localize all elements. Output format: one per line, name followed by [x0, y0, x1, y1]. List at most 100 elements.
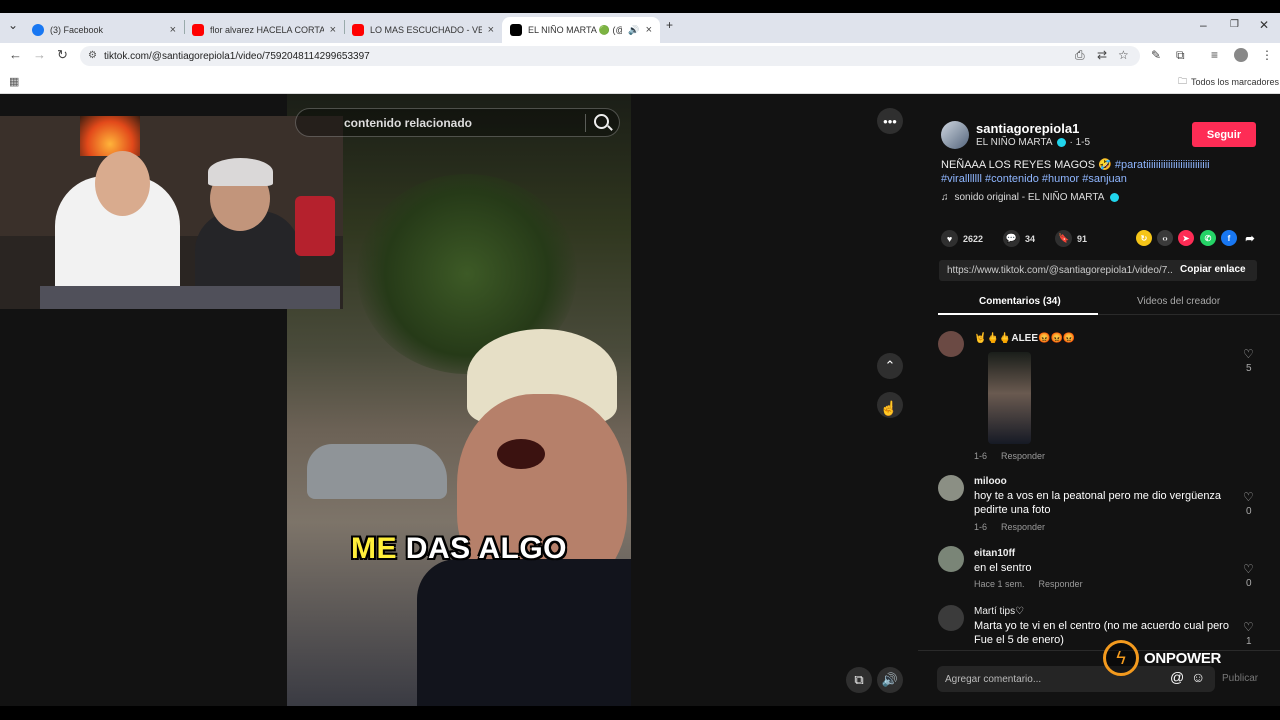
- tab-search-chevron-icon[interactable]: ⌄: [8, 18, 18, 32]
- speaker-icon[interactable]: 🔊: [628, 25, 639, 36]
- close-icon[interactable]: ×: [488, 24, 494, 36]
- creator-subline: EL NIÑO MARTA · 1-5: [976, 137, 1091, 148]
- music-note-icon: ♫: [941, 192, 949, 203]
- video-description: NEÑAAA LOS REYES MAGOS 🤣 #paratiiiiiiiii…: [941, 159, 1210, 185]
- back-icon[interactable]: ←: [9, 47, 22, 62]
- lightning-bolt-icon: ϟ: [1103, 640, 1139, 676]
- creator-avatar[interactable]: [941, 121, 969, 149]
- tab-lo-mas-escuchado[interactable]: LO MAS ESCUCHADO - VERANO ×: [344, 17, 502, 43]
- search-divider: [585, 114, 586, 132]
- comment-text: en el sentro: [974, 562, 1032, 574]
- floating-player-button[interactable]: ⧉: [846, 667, 872, 693]
- video-link[interactable]: https://www.tiktok.com/@santiagorepiola1…: [947, 265, 1172, 276]
- tab-comments[interactable]: Comentarios (34): [979, 296, 1061, 307]
- embed-icon[interactable]: ‹›: [1157, 230, 1173, 246]
- whatsapp-icon[interactable]: ✆: [1200, 230, 1216, 246]
- site-info-icon[interactable]: ⚙: [88, 50, 97, 61]
- close-icon[interactable]: ×: [330, 24, 336, 36]
- restore-icon[interactable]: ❐: [1230, 19, 1239, 30]
- tab-facebook[interactable]: (3) Facebook ×: [24, 17, 184, 43]
- all-bookmarks-button[interactable]: 🗀 Todos los marcadores: [1178, 74, 1279, 90]
- comment-avatar[interactable]: [938, 331, 964, 357]
- engagement-bar: ♥ 2622 💬 34 🔖 91: [941, 230, 1087, 247]
- bookmarks-bar: [0, 69, 1280, 94]
- comment-username[interactable]: eitan10ff: [974, 548, 1015, 559]
- tab-flor-alvarez[interactable]: flor alvarez HACELA CORTA MC ×: [184, 17, 344, 43]
- heart-icon[interactable]: ♡: [1243, 490, 1254, 504]
- extension-icon[interactable]: ✎: [1151, 48, 1161, 62]
- comment-like-count: 1: [1246, 636, 1252, 647]
- minimize-icon[interactable]: –: [1200, 18, 1207, 32]
- star-icon[interactable]: ☆: [1118, 48, 1129, 62]
- comment-like-count: 0: [1246, 506, 1252, 517]
- media-control-icon[interactable]: ≡: [1211, 48, 1218, 62]
- window-close-icon[interactable]: ✕: [1259, 18, 1269, 32]
- verified-badge-icon: [1110, 193, 1120, 202]
- comment-username[interactable]: Martí tips♡: [974, 606, 1024, 617]
- related-content-search[interactable]: contenido relacionado: [295, 108, 620, 137]
- webcam-fireplace: [80, 116, 140, 156]
- more-options-button[interactable]: •••: [877, 108, 903, 134]
- comment-username[interactable]: 🤘🖕🖕ALEE😡😡😡: [974, 333, 1075, 344]
- new-tab-icon[interactable]: +: [666, 18, 673, 32]
- tab-tiktok[interactable]: EL NIÑO MARTA 🟢 (@san 🔊 ×: [502, 17, 660, 43]
- streamer-webcam-overlay: [0, 116, 343, 309]
- comment-avatar[interactable]: [938, 546, 964, 572]
- comment-username[interactable]: milooo: [974, 476, 1007, 487]
- heart-icon[interactable]: ♡: [1243, 562, 1254, 576]
- comment-icon[interactable]: 💬: [1003, 230, 1021, 247]
- creator-username[interactable]: santiagorepiola1: [976, 121, 1079, 136]
- copy-link-button[interactable]: Copiar enlace: [1180, 264, 1246, 275]
- ellipsis-icon: •••: [883, 113, 897, 129]
- reply-button[interactable]: Responder: [1001, 451, 1045, 461]
- volume-button[interactable]: 🔊: [877, 667, 903, 693]
- save-count: 91: [1077, 233, 1088, 244]
- search-icon[interactable]: [594, 114, 609, 129]
- follow-button[interactable]: Seguir: [1192, 122, 1256, 147]
- like-icon[interactable]: ♥: [941, 230, 958, 247]
- profile-avatar[interactable]: [1234, 48, 1248, 62]
- window-frame-bottom: [0, 706, 1280, 720]
- menu-icon[interactable]: ⋮: [1261, 48, 1273, 62]
- facebook-icon: [32, 24, 44, 36]
- install-app-icon[interactable]: ⎙: [1075, 48, 1085, 63]
- close-icon[interactable]: ×: [646, 24, 652, 36]
- facebook-share-icon[interactable]: f: [1221, 230, 1237, 246]
- comment-meta: 1-6 Responder: [974, 451, 1046, 461]
- reply-button[interactable]: Responder: [1039, 579, 1083, 589]
- publish-button[interactable]: Publicar: [1222, 673, 1258, 684]
- comment-avatar[interactable]: [938, 605, 964, 631]
- comment-meta: 1-6 Responder: [974, 522, 1046, 532]
- hashtag-link[interactable]: #paratiiiiiiiiiiiiiiiiiiiiiiiiii: [1115, 159, 1210, 171]
- window-frame-top: [0, 0, 1280, 13]
- sound-link[interactable]: ♫ sonido original - EL NIÑO MARTA: [941, 192, 1120, 203]
- webcam-person-left-head: [95, 151, 150, 216]
- comment-avatar[interactable]: [938, 475, 964, 501]
- close-icon[interactable]: ×: [170, 24, 176, 36]
- translate-icon[interactable]: ⇄: [1097, 48, 1107, 62]
- previous-video-button[interactable]: ⌃: [877, 353, 903, 379]
- youtube-icon: [192, 24, 204, 36]
- send-icon[interactable]: ➤: [1178, 230, 1194, 246]
- forward-icon[interactable]: →: [33, 47, 46, 62]
- heart-icon[interactable]: ♡: [1243, 620, 1254, 634]
- share-arrow-icon[interactable]: ➦: [1242, 230, 1258, 246]
- puzzle-icon[interactable]: ⧉: [1176, 48, 1185, 63]
- webcam-red-chair: [295, 196, 335, 256]
- comment-text: hoy te a vos en la peatonal pero me dio …: [974, 490, 1222, 516]
- onpower-watermark-logo: ϟ ONPOWER: [1103, 640, 1221, 676]
- tiktok-icon: [510, 24, 522, 36]
- hashtag-link[interactable]: #viralllllll #contenido #humor #sanjuan: [941, 173, 1127, 185]
- comment-sticker-image[interactable]: [988, 352, 1031, 444]
- apps-grid-icon[interactable]: ▦: [9, 75, 19, 88]
- reload-icon[interactable]: ↻: [57, 47, 68, 63]
- repost-icon[interactable]: ↻: [1136, 230, 1152, 246]
- webcam-person-right-hair: [208, 158, 273, 186]
- url-field[interactable]: ⚙ tiktok.com/@santiagorepiola1/video/759…: [80, 46, 1140, 66]
- heart-icon[interactable]: ♡: [1243, 347, 1254, 361]
- comment-meta: Hace 1 sem. Responder: [974, 579, 1083, 589]
- bookmark-icon[interactable]: 🔖: [1055, 230, 1073, 247]
- reply-button[interactable]: Responder: [1001, 522, 1045, 532]
- tab-creator-videos[interactable]: Videos del creador: [1137, 296, 1220, 307]
- comment-like-count: 0: [1246, 578, 1252, 589]
